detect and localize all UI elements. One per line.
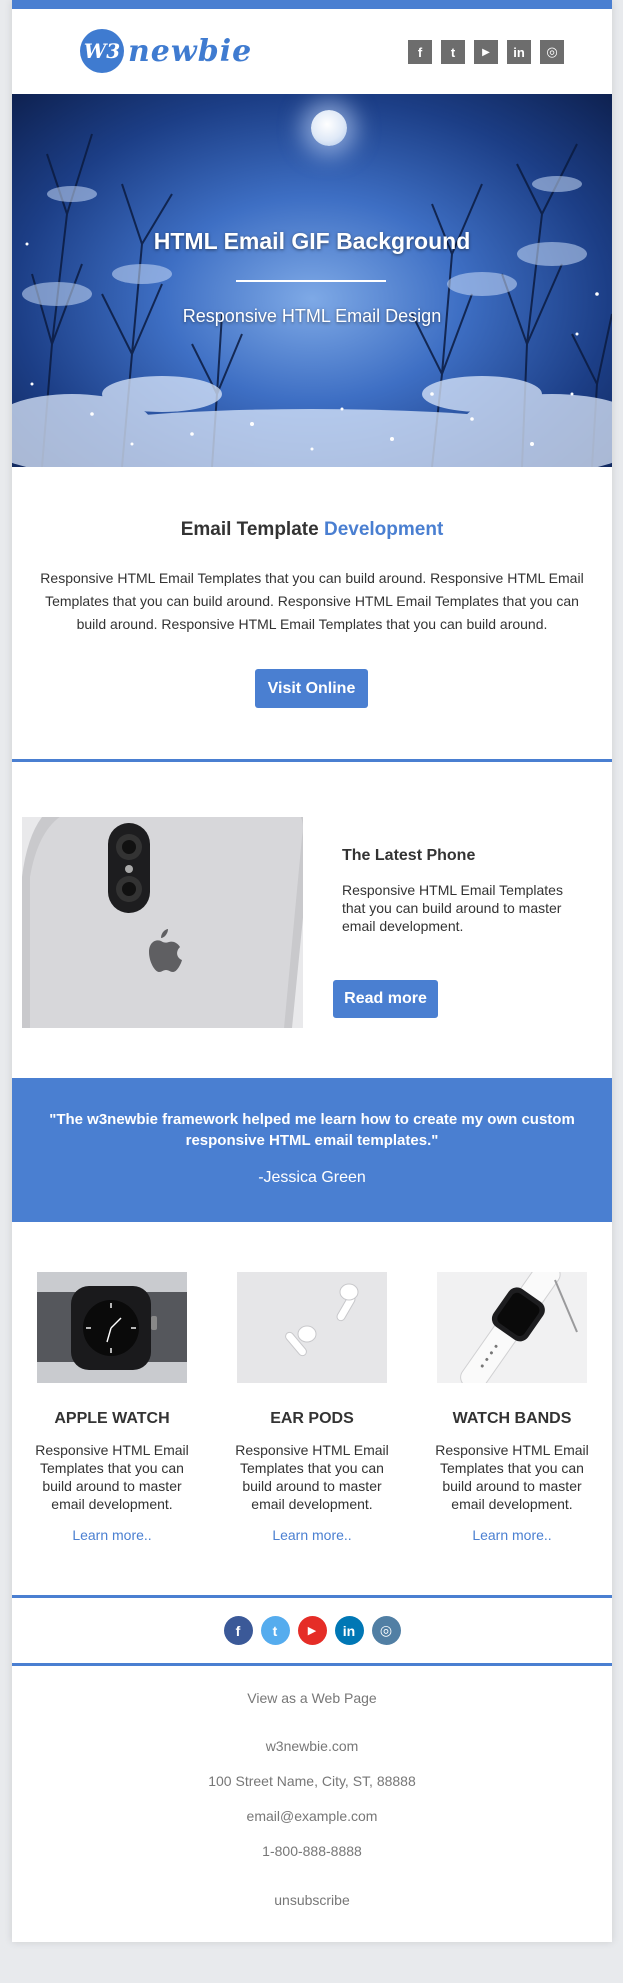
phone-image [22, 817, 303, 1028]
products-grid: APPLE WATCH Responsive HTML Email Templa… [12, 1222, 612, 1595]
logo-text: newbie [128, 33, 253, 69]
facebook-icon[interactable]: f [223, 1616, 253, 1645]
watch-bands-learn-more-link[interactable]: Learn more.. [427, 1527, 597, 1543]
hero-banner: HTML Email GIF Background Responsive HTM… [12, 94, 612, 467]
hero-divider [236, 280, 386, 282]
intro-title-plain: Email Template [180, 519, 324, 540]
view-as-web-page-link[interactable]: View as a Web Page [12, 1690, 612, 1706]
instagram-icon[interactable]: ◎ [540, 40, 564, 64]
website-link[interactable]: w3newbie.com [12, 1738, 612, 1754]
testimonial-quote: "The w3newbie framework helped me learn … [49, 1111, 575, 1149]
facebook-icon[interactable]: f [408, 40, 432, 64]
w3newbie-logo[interactable]: W3 newbie [80, 29, 252, 73]
product-card-watch-bands: WATCH BANDS Responsive HTML Email Templa… [427, 1272, 597, 1543]
watch-bands-body: Responsive HTML Email Templates that you… [435, 1442, 589, 1512]
apple-watch-title: APPLE WATCH [54, 1410, 170, 1427]
email-footer: View as a Web Page w3newbie.com 100 Stre… [12, 1666, 612, 1954]
phone-text: 1-800-888-8888 [262, 1843, 362, 1859]
visit-online-button[interactable]: Visit Online [255, 669, 368, 708]
ear-pods-image [237, 1272, 387, 1383]
twitter-icon[interactable]: t [260, 1616, 290, 1645]
twitter-icon[interactable]: t [441, 40, 465, 64]
product-title: The Latest Phone [342, 847, 476, 864]
intro-title-accent: Development [323, 519, 444, 540]
unsubscribe-link[interactable]: unsubscribe [12, 1892, 612, 1908]
youtube-icon[interactable]: ▶ [297, 1616, 327, 1645]
instagram-icon[interactable]: ◎ [371, 1616, 401, 1645]
product-body: Responsive HTML Email Templates that you… [342, 882, 563, 934]
watch-bands-image [437, 1272, 587, 1383]
address-text: 100 Street Name, City, ST, 88888 [208, 1773, 416, 1789]
product-card-apple-watch: APPLE WATCH Responsive HTML Email Templa… [27, 1272, 197, 1543]
watch-bands-title: WATCH BANDS [452, 1410, 572, 1427]
intro-section: Email Template Development Responsive HT… [12, 467, 612, 759]
apple-watch-learn-more-link[interactable]: Learn more.. [27, 1527, 197, 1543]
read-more-button[interactable]: Read more [333, 980, 438, 1018]
apple-watch-image [37, 1272, 187, 1383]
hero-title: HTML Email GIF Background [153, 228, 471, 254]
product-card-ear-pods: EAR PODS Responsive HTML Email Templates… [227, 1272, 397, 1543]
intro-title: Email Template Development [12, 519, 612, 541]
youtube-icon[interactable]: ▶ [474, 40, 498, 64]
product-section: The Latest Phone Responsive HTML Email T… [12, 762, 612, 1078]
testimonial-author: -Jessica Green [258, 1169, 366, 1186]
testimonial-section: "The w3newbie framework helped me learn … [12, 1078, 612, 1222]
email-link[interactable]: email@example.com [12, 1808, 612, 1824]
ear-pods-body: Responsive HTML Email Templates that you… [235, 1442, 389, 1512]
hero-subtitle: Responsive HTML Email Design [182, 306, 442, 326]
top-accent-bar [12, 0, 612, 9]
email-container: W3 newbie f t ▶ in ◎ HTML Email GIF Back… [12, 0, 612, 1942]
logo-badge: W3 [80, 29, 124, 73]
footer-social-links: f t ▶ in ◎ [12, 1598, 612, 1663]
ear-pods-title: EAR PODS [270, 1410, 354, 1427]
header-social-links: f t ▶ in ◎ [408, 40, 564, 64]
ear-pods-learn-more-link[interactable]: Learn more.. [227, 1527, 397, 1543]
email-header: W3 newbie f t ▶ in ◎ [12, 9, 612, 94]
apple-watch-body: Responsive HTML Email Templates that you… [35, 1442, 189, 1512]
intro-body: Responsive HTML Email Templates that you… [40, 570, 584, 632]
linkedin-icon[interactable]: in [507, 40, 531, 64]
linkedin-icon[interactable]: in [334, 1616, 364, 1645]
